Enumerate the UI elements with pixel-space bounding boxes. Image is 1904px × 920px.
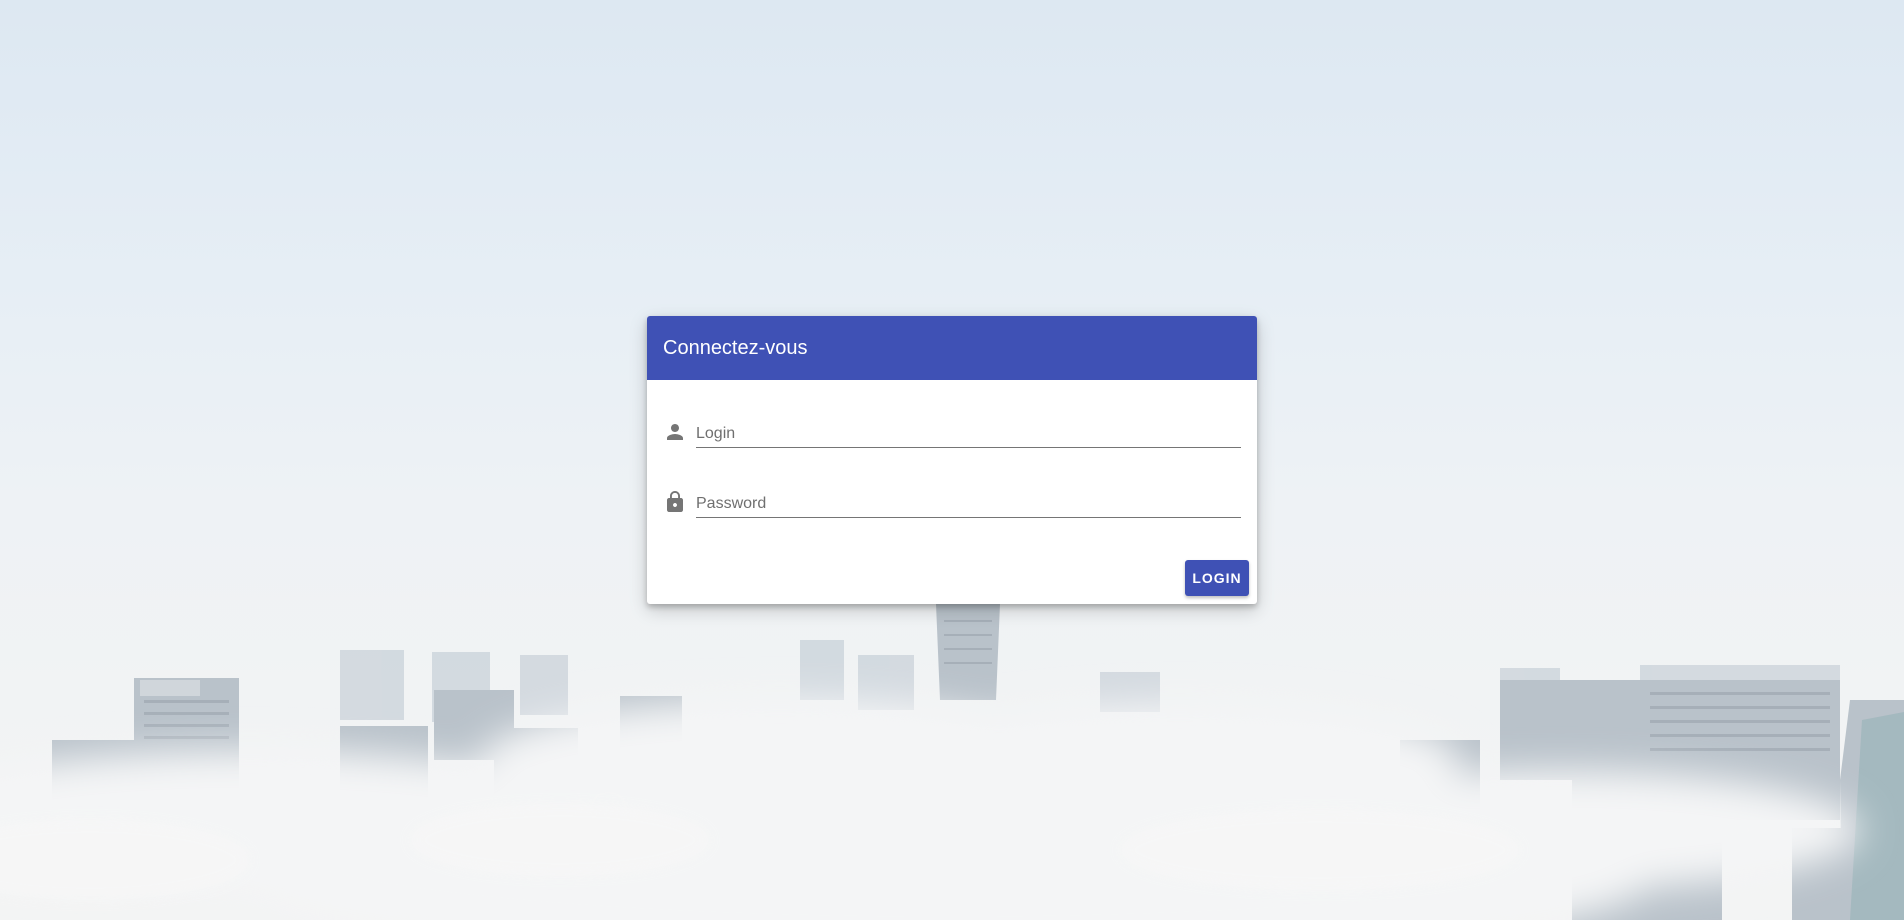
login-input[interactable] <box>696 412 1241 448</box>
login-field <box>663 412 1241 448</box>
password-field <box>663 482 1241 518</box>
login-card-title: Connectez-vous <box>663 336 808 359</box>
login-card-header: Connectez-vous <box>647 316 1257 380</box>
password-input[interactable] <box>696 482 1241 518</box>
login-card: Connectez-vous LOGIN <box>647 316 1257 604</box>
person-icon <box>663 420 687 444</box>
lock-icon <box>663 490 687 514</box>
login-button[interactable]: LOGIN <box>1185 560 1249 596</box>
